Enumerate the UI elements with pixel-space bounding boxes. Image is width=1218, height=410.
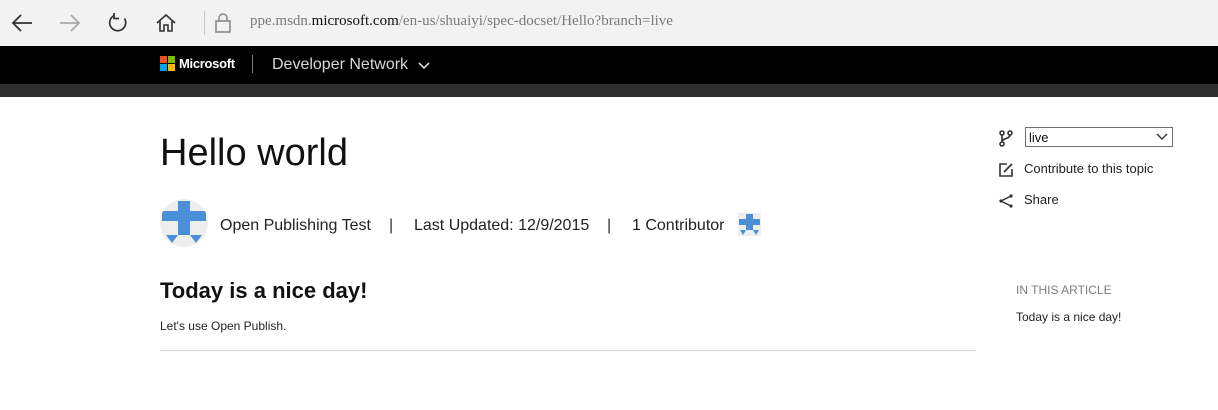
toc-heading: IN THIS ARTICLE [1016, 283, 1112, 297]
back-icon [11, 14, 32, 32]
meta-separator: | [389, 217, 394, 234]
forward-icon [60, 14, 81, 32]
header-subbar [0, 84, 1218, 97]
body-text: Let's use Open Publish. [160, 319, 287, 333]
chevron-down-icon [1156, 133, 1168, 140]
microsoft-logo-icon[interactable] [160, 56, 175, 71]
contribute-link[interactable]: Contribute to this topic [1024, 161, 1153, 176]
branch-icon [999, 130, 1013, 147]
browser-toolbar: ppe.msdn.microsoft.com/en-us/shuaiyi/spe… [0, 0, 1218, 46]
contributor-identicon [739, 214, 760, 235]
section-heading: Today is a nice day! [160, 278, 368, 303]
back-button[interactable] [8, 9, 36, 37]
contributor-count[interactable]: 1 Contributor [632, 217, 725, 235]
meta-separator: | [607, 217, 612, 234]
author-identicon [162, 201, 206, 243]
toc-item[interactable]: Today is a nice day! [1016, 310, 1121, 324]
last-updated: Last Updated: 12/9/2015 [414, 217, 590, 234]
url-path: /en-us/shuaiyi/spec-docset/Hello?branch=… [398, 13, 673, 29]
toolbar-divider [204, 11, 205, 35]
content-divider [160, 350, 976, 351]
developer-network-menu[interactable]: Developer Network [272, 56, 408, 74]
share-link[interactable]: Share [1024, 192, 1059, 207]
page-title: Hello world [160, 132, 348, 174]
share-icon [999, 194, 1013, 208]
microsoft-brand-label[interactable]: Microsoft [179, 56, 235, 71]
contributor-avatar[interactable] [738, 213, 761, 236]
branch-select[interactable]: live [1025, 127, 1173, 147]
address-bar[interactable]: ppe.msdn.microsoft.com/en-us/shuaiyi/spe… [250, 13, 673, 30]
home-button[interactable] [152, 9, 180, 37]
refresh-button[interactable] [104, 9, 132, 37]
header-divider [252, 55, 253, 73]
author-avatar[interactable] [160, 199, 208, 247]
chevron-down-icon[interactable] [418, 62, 430, 70]
forward-button[interactable] [56, 9, 84, 37]
lock-icon [215, 13, 231, 33]
home-icon [156, 13, 176, 32]
url-prefix: ppe.msdn. [250, 13, 312, 29]
author-name[interactable]: Open Publishing Test [220, 217, 371, 235]
url-domain: microsoft.com [311, 13, 399, 29]
branch-select-value: live [1029, 130, 1049, 145]
edit-icon [999, 163, 1013, 177]
refresh-icon [108, 13, 127, 32]
